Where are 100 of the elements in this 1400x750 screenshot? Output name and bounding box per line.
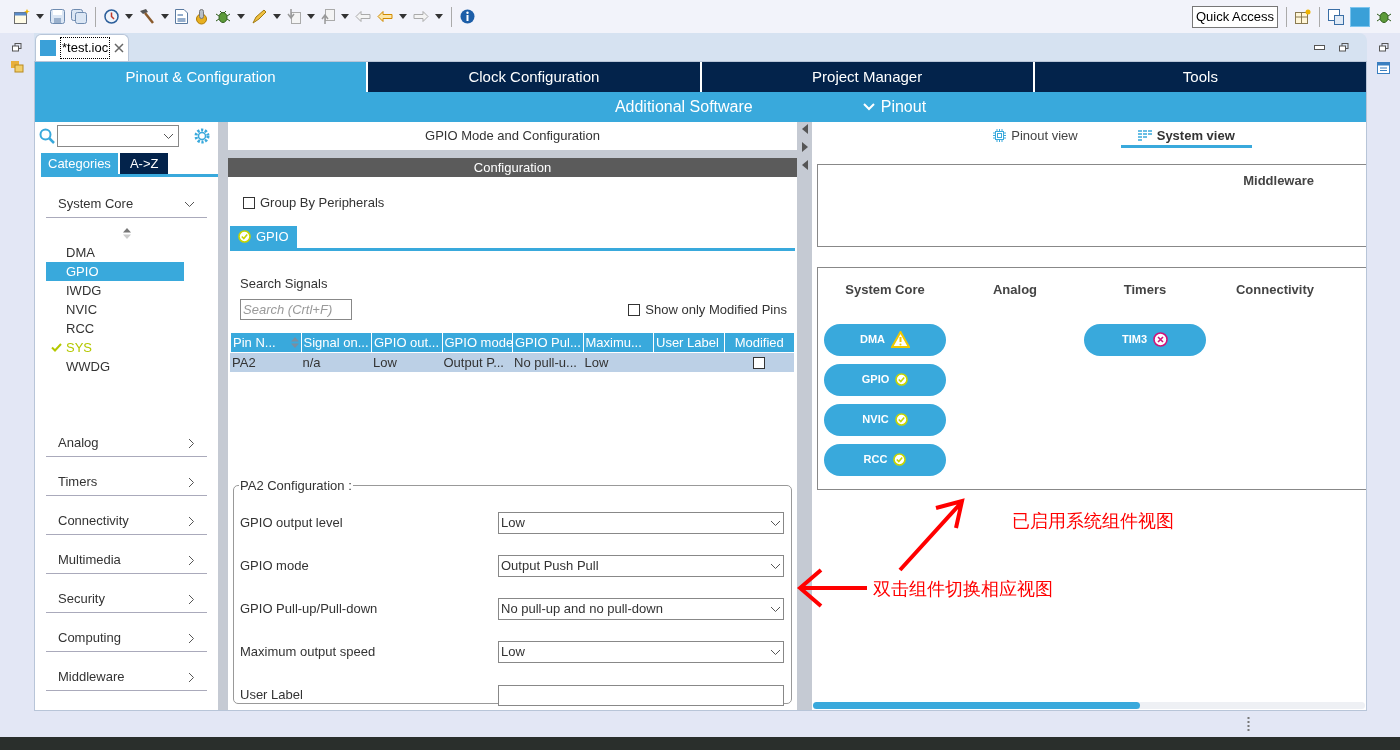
category-header[interactable]: Multimedia [46, 547, 207, 574]
check-circle-icon [895, 373, 909, 386]
caret-icon [770, 562, 781, 570]
table-row[interactable]: PA2 n/a Low Output P... No pull-u... Low [230, 353, 794, 372]
collapse-right-icon[interactable] [801, 142, 808, 152]
info-icon[interactable] [460, 9, 475, 24]
back-icon[interactable] [377, 10, 393, 23]
show-modified-checkbox[interactable]: Show only Modified Pins [628, 299, 787, 320]
category-label: Middleware [58, 668, 125, 687]
restore-icon[interactable] [1339, 43, 1349, 52]
view-tab[interactable]: Pinout view [976, 126, 1095, 148]
sidebar-tab[interactable]: A->Z [119, 153, 169, 174]
column-heading: Timers [1122, 281, 1168, 299]
chevron-right-icon [188, 437, 195, 449]
save-icon[interactable] [50, 9, 65, 24]
caret-icon[interactable] [341, 14, 349, 19]
chevron-right-icon [188, 515, 195, 527]
hammer-icon[interactable] [139, 9, 155, 24]
column-heading: System Core [844, 281, 926, 299]
category-header[interactable]: Analog [46, 430, 207, 457]
category-label: Computing [58, 629, 121, 648]
category-header[interactable]: System Core [46, 191, 207, 218]
search-field[interactable]: Search (Crtl+F) [240, 299, 352, 320]
annotation-text: 已启用系统组件视图 [1012, 510, 1174, 533]
clock-icon[interactable] [104, 9, 119, 24]
chevron-right-icon [188, 671, 195, 683]
category-header[interactable]: Computing [46, 625, 207, 652]
peripheral-item[interactable]: IWDG [46, 281, 184, 300]
new-window-icon[interactable] [14, 9, 30, 24]
caret-icon[interactable] [399, 14, 407, 19]
search-icon[interactable] [39, 128, 55, 144]
down-arrow-file-icon[interactable] [287, 9, 301, 24]
chevron-right-icon [188, 632, 195, 644]
table-cell-text: n/a [301, 353, 322, 372]
check-circle-icon [238, 230, 251, 243]
settings-icon[interactable] [193, 127, 211, 145]
annotation-arrow [797, 567, 867, 609]
peripheral-item[interactable]: NVIC [46, 300, 184, 319]
field-label: GPIO mode [240, 557, 310, 576]
dropdown-field[interactable]: No pull-up and no pull-down [498, 598, 784, 620]
quick-access-field[interactable]: Quick Access [1191, 5, 1278, 28]
group-title: PA2 Configuration : [239, 477, 353, 495]
caret-icon[interactable] [237, 14, 245, 19]
dropdown-field[interactable]: Output Push Pull [498, 555, 784, 577]
bug-icon[interactable] [1376, 9, 1392, 24]
collapse-left-icon[interactable] [801, 160, 808, 170]
drag-handle-icon[interactable] [1247, 717, 1250, 731]
up-arrow-file-icon[interactable] [321, 9, 335, 24]
search-combobox[interactable] [57, 125, 179, 147]
dropdown-field[interactable]: Low [498, 512, 784, 534]
error-icon [1153, 332, 1169, 347]
annotation-text: 双击组件切换相应视图 [873, 578, 1053, 601]
category-header[interactable]: Security [46, 586, 207, 613]
category-label: Analog [58, 434, 99, 453]
save-all-icon[interactable] [71, 9, 87, 24]
peripheral-item[interactable]: RCC [46, 319, 184, 338]
window-icon[interactable] [1377, 62, 1390, 74]
category-header[interactable]: Timers [46, 469, 207, 496]
caret-icon[interactable] [307, 14, 315, 19]
caret-icon[interactable] [125, 14, 133, 19]
table-icon[interactable] [1295, 9, 1311, 24]
view-tab[interactable]: System view [1120, 126, 1252, 148]
category-header[interactable]: Connectivity [46, 508, 207, 535]
peripheral-item[interactable]: DMA [46, 243, 184, 262]
mx-perspective-button[interactable] [1350, 6, 1370, 27]
group-by-checkbox[interactable]: Group By Peripherals [243, 193, 797, 213]
close-icon[interactable] [114, 43, 125, 53]
caret-icon[interactable] [435, 14, 443, 19]
category-label: Connectivity [58, 512, 129, 531]
checkbox[interactable] [628, 303, 641, 316]
bug-icon[interactable] [215, 9, 231, 24]
chevron-down-icon [862, 103, 875, 111]
chevron-right-icon [188, 554, 195, 566]
minimize-icon[interactable] [1314, 45, 1325, 50]
pen-icon[interactable] [251, 9, 267, 24]
field-label: Search Signals [240, 274, 329, 293]
sort-icon[interactable] [122, 228, 131, 239]
checkbox[interactable] [243, 196, 255, 209]
check-circle-icon [893, 453, 907, 466]
checkbox[interactable] [753, 356, 766, 369]
panel-title: GPIO Mode and Configuration [424, 127, 601, 146]
table-cell-text: PA2 [231, 353, 257, 372]
caret-icon[interactable] [161, 14, 169, 19]
collapse-left-icon[interactable] [801, 124, 808, 134]
editor-tab[interactable]: *test.ioc [35, 34, 130, 61]
category-label: Timers [58, 473, 98, 492]
caret-icon[interactable] [273, 14, 281, 19]
field-label: Maximum output speed [240, 643, 377, 662]
column-heading: Connectivity [1235, 281, 1315, 299]
restore-icon[interactable] [1378, 43, 1389, 52]
restore-icon[interactable] [12, 43, 22, 52]
text-field[interactable] [498, 684, 784, 706]
dropdown-field[interactable]: Low [498, 641, 784, 663]
scrollbar-thumb[interactable] [813, 702, 1140, 709]
category-header[interactable]: Middleware [46, 664, 207, 691]
list-icon [1137, 129, 1152, 142]
panel-heading: Middleware [1243, 172, 1314, 187]
peripheral-item[interactable]: WWDG [46, 357, 184, 376]
field-label: GPIO output level [240, 514, 344, 533]
caret-icon[interactable] [36, 14, 44, 19]
